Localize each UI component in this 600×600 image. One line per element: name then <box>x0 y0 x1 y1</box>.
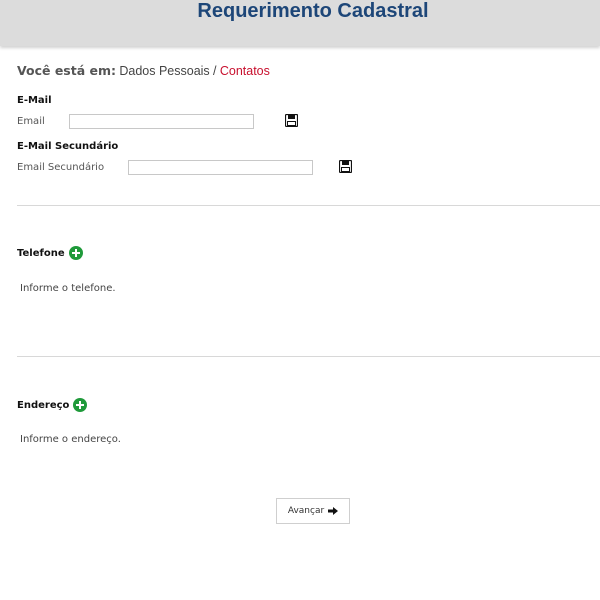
phone-heading: Telefone <box>17 246 83 260</box>
address-heading: Endereço <box>17 398 88 412</box>
page-header: Requerimento Cadastral <box>0 0 600 46</box>
secondary-email-input[interactable] <box>128 160 313 175</box>
address-heading-label: Endereço <box>17 399 70 411</box>
email-label: Email <box>17 116 45 127</box>
email-heading: E-Mail <box>17 95 52 106</box>
phone-heading-label: Telefone <box>17 247 65 259</box>
next-button[interactable]: Avançar <box>276 498 350 524</box>
phone-hint: Informe o telefone. <box>20 283 116 294</box>
section-divider <box>17 205 600 206</box>
secondary-email-save-icon[interactable] <box>339 160 352 173</box>
breadcrumb-separator: / <box>213 64 217 78</box>
breadcrumb-item-dados-pessoais[interactable]: Dados Pessoais <box>119 64 209 78</box>
email-input[interactable] <box>69 114 254 129</box>
arrow-right-icon <box>328 507 339 515</box>
breadcrumb-current-contatos: Contatos <box>219 64 270 78</box>
add-address-icon[interactable] <box>73 398 88 412</box>
page-title: Requerimento Cadastral <box>197 0 429 22</box>
breadcrumb-prefix: Você está em: <box>17 63 116 78</box>
add-phone-icon[interactable] <box>68 246 83 260</box>
secondary-email-label: Email Secundário <box>17 162 105 173</box>
address-hint: Informe o endereço. <box>20 434 121 445</box>
secondary-email-heading: E-Mail Secundário <box>17 141 119 152</box>
section-divider <box>17 356 600 357</box>
next-button-label: Avançar <box>287 506 325 516</box>
email-save-icon[interactable] <box>285 114 298 127</box>
breadcrumb: Você está em: Dados Pessoais / Contatos <box>17 63 270 78</box>
